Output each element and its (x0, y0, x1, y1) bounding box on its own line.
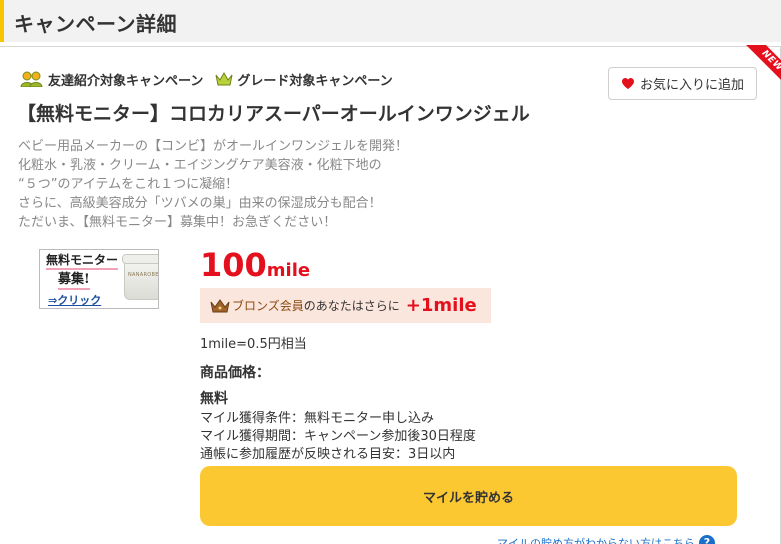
condition-line: マイル獲得期間：キャンペーン参加後30日程度 (200, 429, 476, 444)
bonus-text: のあなたはさらに (303, 299, 400, 313)
campaign-title: 【無料モニター】コロカリアスーパーオールインワンジェル (17, 103, 530, 125)
mile-unit: mile (266, 260, 311, 281)
price-label: 商品価格： (200, 365, 270, 381)
description-line: “５つ”のアイテムをこれ１つに凝縮！ (18, 177, 239, 192)
crown-icon (215, 71, 233, 86)
heart-icon (621, 78, 634, 89)
price-value: 無料 (200, 391, 228, 407)
page-header: キャンペーン詳細 (0, 0, 781, 42)
add-favorite-label: お気に入りに追加 (639, 78, 744, 93)
earn-miles-label: マイルを貯める (422, 490, 514, 506)
description-line: ただいま、【無料モニター】募集中！お急ぎください！ (18, 215, 337, 230)
product-jar-label: NANAROBE (128, 272, 159, 278)
banner-subtitle: 募集! (58, 272, 90, 290)
description-line: さらに、高級美容成分「ツバメの巣」由来の保湿成分も配合！ (18, 196, 382, 211)
tag-grade: グレード対象キャンペーン (215, 70, 393, 89)
mile-conditions: マイル獲得条件：無料モニター申し込み マイル獲得期間：キャンペーン参加後30日程… (200, 410, 476, 464)
product-jar-lid (122, 254, 158, 264)
condition-line: マイル獲得条件：無料モニター申し込み (200, 411, 435, 426)
tag-label: グレード対象キャンペーン (237, 73, 393, 89)
mile-number: 100 (200, 246, 267, 284)
rank-bonus-box: ブロンズ会員 のあなたはさらに +1mile (200, 288, 491, 323)
tag-friend-referral: 友達紹介対象キャンペーン (20, 70, 203, 89)
page-title: キャンペーン詳細 (14, 12, 177, 36)
condition-line: 通帳に参加履歴が反映される目安：3日以内 (200, 447, 456, 462)
campaign-banner-image[interactable]: 無料モニター 募集! ⇒クリック NANAROBE (39, 249, 159, 309)
bonus-rank: ブロンズ会員 (232, 299, 304, 313)
campaign-tags: 友達紹介対象キャンペーン グレード対象キャンペーン (20, 69, 405, 89)
mile-amount: 100mile (200, 246, 310, 284)
question-icon: ? (699, 535, 715, 544)
description-line: 化粧水・乳液・クリーム・エイジングケア美容液・化粧下地の (18, 158, 382, 173)
friends-icon (20, 71, 43, 87)
help-link-label: マイルの貯め方がわからない方はこちら (497, 537, 695, 544)
campaign-description: ベビー用品メーカーの【コンビ】がオールインワンジェルを開発！ 化粧水・乳液・クリ… (18, 137, 408, 232)
bonus-amount: +1mile (405, 295, 477, 316)
mile-rate: 1mile=0.5円相当 (200, 337, 307, 352)
banner-click-link[interactable]: ⇒クリック (48, 292, 101, 308)
earn-miles-button[interactable]: マイルを貯める (200, 466, 737, 526)
banner-title: 無料モニター (46, 253, 119, 270)
description-line: ベビー用品メーカーの【コンビ】がオールインワンジェルを開発！ (18, 139, 409, 154)
add-favorite-button[interactable]: お気に入りに追加 (608, 67, 757, 100)
help-link[interactable]: マイルの貯め方がわからない方はこちら ? (497, 535, 715, 544)
bronze-crown-icon (210, 298, 230, 312)
tag-label: 友達紹介対象キャンペーン (48, 73, 204, 89)
